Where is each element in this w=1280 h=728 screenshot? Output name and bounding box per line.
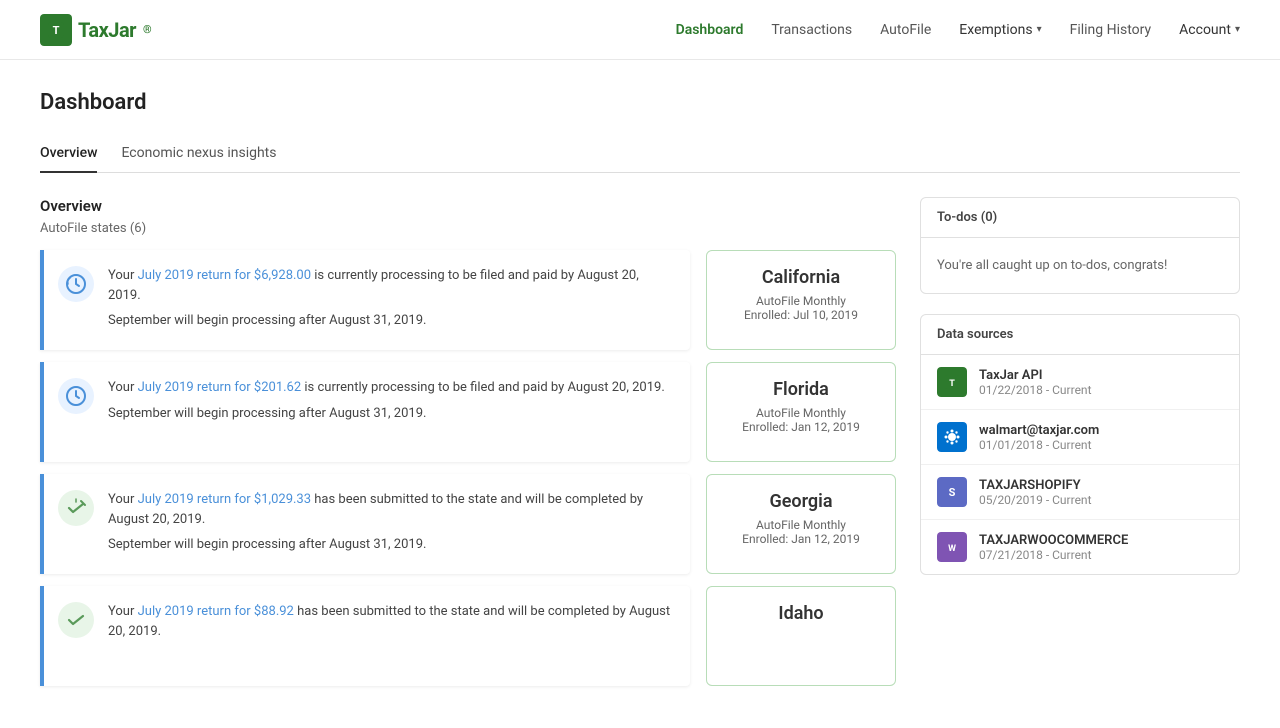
filing-row-3: Your July 2019 return for $1,029.33 has … [40, 474, 896, 574]
state-card-california[interactable]: California AutoFile Monthly Enrolled: Ju… [706, 250, 896, 350]
content-grid: Overview AutoFile states (6) Your July 2… [40, 197, 1240, 698]
woocommerce-name: TAXJARWOOCOMMERCE [979, 533, 1128, 548]
taxjar-api-dates: 01/22/2018 - Current [979, 383, 1092, 397]
svg-text:S: S [949, 486, 956, 499]
datasource-woocommerce-info: TAXJARWOOCOMMERCE 07/21/2018 - Current [979, 533, 1128, 562]
state-enrolled-georgia: Enrolled: Jan 12, 2019 [723, 532, 879, 546]
datasource-taxjar-api[interactable]: T TaxJar API 01/22/2018 - Current [921, 355, 1239, 410]
state-enrolled-california: Enrolled: Jul 10, 2019 [723, 308, 879, 322]
state-enrolled-florida: Enrolled: Jan 12, 2019 [723, 420, 879, 434]
processing-icon-1 [58, 266, 94, 302]
shopify-icon: S [937, 477, 967, 507]
datasource-shopify-info: TAXJARSHOPIFY 05/20/2019 - Current [979, 478, 1092, 507]
datasources-box: Data sources T TaxJar API 01/22/2018 - C… [920, 314, 1240, 575]
datasource-walmart-info: walmart@taxjar.com 01/01/2018 - Current [979, 423, 1099, 452]
state-autofile-georgia: AutoFile Monthly [723, 518, 879, 532]
state-name-georgia: Georgia [723, 491, 879, 512]
filing-text-1: Your July 2019 return for $6,928.00 is c… [108, 266, 674, 331]
state-autofile-florida: AutoFile Monthly [723, 406, 879, 420]
shopify-name: TAXJARSHOPIFY [979, 478, 1092, 493]
walmart-icon [937, 422, 967, 452]
todos-body: You're all caught up on to-dos, congrats… [921, 238, 1239, 293]
nav-account[interactable]: Account ▾ [1179, 22, 1240, 38]
filing-text-2: Your July 2019 return for $201.62 is cur… [108, 378, 674, 423]
submitted-icon-4 [58, 602, 94, 638]
main-content: Dashboard Overview Economic nexus insigh… [0, 60, 1280, 728]
walmart-name: walmart@taxjar.com [979, 423, 1099, 438]
state-card-georgia[interactable]: Georgia AutoFile Monthly Enrolled: Jan 1… [706, 474, 896, 574]
datasource-walmart[interactable]: walmart@taxjar.com 01/01/2018 - Current [921, 410, 1239, 465]
svg-text:W: W [948, 544, 956, 554]
main-nav: Dashboard Transactions AutoFile Exemptio… [676, 22, 1240, 38]
logo[interactable]: T TaxJar ® [40, 14, 152, 46]
state-name-florida: Florida [723, 379, 879, 400]
datasource-woocommerce[interactable]: W TAXJARWOOCOMMERCE 07/21/2018 - Current [921, 520, 1239, 574]
woocommerce-dates: 07/21/2018 - Current [979, 548, 1128, 562]
page-title: Dashboard [40, 90, 1240, 115]
right-column: To-dos (0) You're all caught up on to-do… [920, 197, 1240, 698]
filing-note-2: September will begin processing after Au… [108, 404, 674, 424]
state-card-florida[interactable]: Florida AutoFile Monthly Enrolled: Jan 1… [706, 362, 896, 462]
walmart-dates: 01/01/2018 - Current [979, 438, 1099, 452]
shopify-dates: 05/20/2019 - Current [979, 493, 1092, 507]
svg-text:T: T [53, 24, 60, 37]
nav-dashboard[interactable]: Dashboard [676, 22, 744, 38]
state-card-idaho[interactable]: Idaho [706, 586, 896, 686]
taxjar-api-icon: T [937, 367, 967, 397]
account-chevron-icon: ▾ [1235, 24, 1240, 35]
nav-exemptions[interactable]: Exemptions ▾ [959, 22, 1041, 38]
filing-card-2: Your July 2019 return for $201.62 is cur… [40, 362, 690, 462]
left-column: Overview AutoFile states (6) Your July 2… [40, 197, 896, 698]
datasource-shopify[interactable]: S TAXJARSHOPIFY 05/20/2019 - Current [921, 465, 1239, 520]
nav-filing-history[interactable]: Filing History [1070, 22, 1152, 38]
exemptions-chevron-icon: ▾ [1037, 24, 1042, 35]
woocommerce-icon: W [937, 532, 967, 562]
filing-link-1[interactable]: July 2019 return for $6,928.00 [138, 268, 311, 283]
logo-text: TaxJar [78, 18, 136, 42]
nav-transactions[interactable]: Transactions [771, 22, 852, 38]
filing-link-3[interactable]: July 2019 return for $1,029.33 [138, 492, 311, 507]
logo-icon: T [40, 14, 72, 46]
datasource-taxjar-api-info: TaxJar API 01/22/2018 - Current [979, 368, 1092, 397]
tab-overview[interactable]: Overview [40, 135, 97, 173]
nav-autofile[interactable]: AutoFile [880, 22, 931, 38]
processing-icon-2 [58, 378, 94, 414]
header: T TaxJar ® Dashboard Transactions AutoFi… [0, 0, 1280, 60]
state-name-california: California [723, 267, 879, 288]
filing-link-2[interactable]: July 2019 return for $201.62 [138, 380, 302, 395]
todos-box: To-dos (0) You're all caught up on to-do… [920, 197, 1240, 294]
filing-text-4: Your July 2019 return for $88.92 has bee… [108, 602, 674, 641]
svg-text:T: T [949, 379, 955, 389]
todos-header: To-dos (0) [921, 198, 1239, 238]
tab-economic-nexus[interactable]: Economic nexus insights [121, 135, 276, 173]
state-autofile-california: AutoFile Monthly [723, 294, 879, 308]
filing-row-2: Your July 2019 return for $201.62 is cur… [40, 362, 896, 462]
taxjar-api-name: TaxJar API [979, 368, 1092, 383]
filing-note-3: September will begin processing after Au… [108, 535, 674, 555]
filing-row-4: Your July 2019 return for $88.92 has bee… [40, 586, 896, 686]
filing-row: Your July 2019 return for $6,928.00 is c… [40, 250, 896, 350]
filing-card-1: Your July 2019 return for $6,928.00 is c… [40, 250, 690, 350]
tabs: Overview Economic nexus insights [40, 135, 1240, 173]
autofile-count: AutoFile states (6) [40, 221, 896, 236]
filing-card-3: Your July 2019 return for $1,029.33 has … [40, 474, 690, 574]
filing-card-4: Your July 2019 return for $88.92 has bee… [40, 586, 690, 686]
datasources-header: Data sources [921, 315, 1239, 355]
overview-section-title: Overview [40, 197, 896, 215]
state-name-idaho: Idaho [723, 603, 879, 624]
submitted-icon-3 [58, 490, 94, 526]
filing-note-1: September will begin processing after Au… [108, 311, 674, 331]
filing-link-4[interactable]: July 2019 return for $88.92 [138, 604, 294, 619]
filing-text-3: Your July 2019 return for $1,029.33 has … [108, 490, 674, 555]
